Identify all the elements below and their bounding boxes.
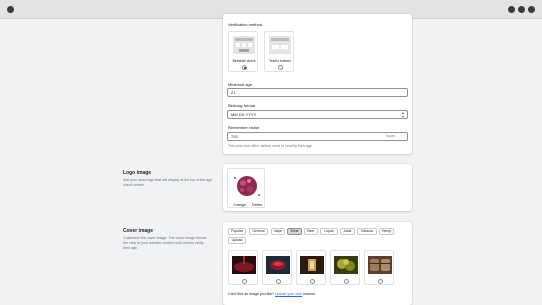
cover-footer-suffix: instead. (302, 292, 316, 296)
cover-option-vineyard[interactable] (330, 250, 360, 285)
wine-pour-image (232, 256, 256, 274)
upload-own-link[interactable]: Upload your own (275, 292, 302, 296)
option-birthdate-check[interactable]: Birthdate check (228, 31, 258, 72)
window-control-icon[interactable] (528, 6, 535, 13)
option-label: Yes/no buttons (269, 59, 291, 63)
cover-radio[interactable] (343, 279, 349, 284)
logo-card: Change Delete (223, 164, 412, 211)
cover-section-description: Customize the cover image. The cover ima… (123, 236, 207, 250)
yes-no-buttons-icon (269, 36, 291, 54)
window-control-icon[interactable] (508, 6, 515, 13)
cover-footer-text: Can't find an image you like? Upload you… (228, 292, 316, 296)
tab-vape[interactable]: Vape (271, 228, 285, 235)
vineyard-image (334, 256, 358, 274)
tab-wine[interactable]: Wine (287, 228, 302, 235)
tab-hemp[interactable]: Hemp (379, 228, 394, 235)
tab-general[interactable]: General (249, 228, 268, 235)
birthday-format-value: MM DD YYYY (231, 112, 257, 117)
birthdate-form-icon (233, 36, 255, 54)
window-control-icon[interactable] (518, 6, 525, 13)
delete-logo-button[interactable]: Delete (252, 203, 262, 207)
logo-preview: Change Delete (227, 168, 265, 208)
cover-section-title: Cover image (123, 228, 154, 234)
logo-section-description: Add your store logo that will display at… (123, 178, 213, 187)
radio-birthdate-check[interactable] (241, 65, 247, 70)
cover-option-wine-pour[interactable] (228, 250, 258, 285)
cover-option-cellar[interactable] (296, 250, 326, 285)
menu-icon[interactable] (7, 6, 14, 13)
verification-method-label: Verification method (228, 22, 263, 27)
cover-radio[interactable] (377, 279, 383, 284)
cover-option-wine-glass[interactable] (262, 250, 292, 285)
cover-footer-prefix: Can't find an image you like? (228, 292, 276, 296)
tab-upload[interactable]: Upload (228, 237, 246, 244)
logo-section-title: Logo image (123, 170, 152, 176)
tab-popular[interactable]: Popular (228, 228, 246, 235)
radio-yes-no-buttons[interactable] (277, 65, 283, 70)
option-label: Birthdate check (232, 59, 256, 63)
change-logo-button[interactable]: Change (233, 203, 246, 207)
cellar-image (300, 256, 324, 274)
barrels-image (368, 256, 392, 274)
birthday-format-select[interactable]: MM DD YYYY ▴ ▾ (227, 110, 408, 119)
cover-option-barrels[interactable] (364, 250, 394, 285)
tab-adult[interactable]: Adult (340, 228, 355, 235)
cover-radio[interactable] (241, 279, 247, 284)
hours-suffix: hours (386, 134, 395, 138)
tab-beer[interactable]: Beer (304, 228, 318, 235)
select-arrows-icon: ▴ ▾ (401, 110, 404, 119)
tab-tobacco[interactable]: Tobacco (357, 228, 377, 235)
wine-glass-image (266, 256, 290, 274)
tab-liquor[interactable]: Liquor (320, 228, 338, 235)
minimum-age-label: Minimum age (228, 82, 253, 87)
minimum-age-input[interactable]: 21 (227, 88, 408, 97)
cover-radio[interactable] (275, 279, 281, 284)
remember-visitor-help: This sets how often visitors need to rev… (228, 144, 313, 148)
option-yes-no-buttons[interactable]: Yes/no buttons (264, 31, 294, 72)
logo-image (234, 176, 260, 196)
birthday-format-label: Birthday format (228, 103, 256, 108)
cover-radio[interactable] (309, 279, 315, 284)
remember-visitor-input[interactable]: 720 hours (227, 132, 408, 141)
remember-visitor-label: Remember visitor (228, 125, 260, 130)
remember-visitor-value: 720 (231, 134, 238, 139)
verification-settings-card: Verification method Birthdate check Yes/… (223, 14, 412, 154)
